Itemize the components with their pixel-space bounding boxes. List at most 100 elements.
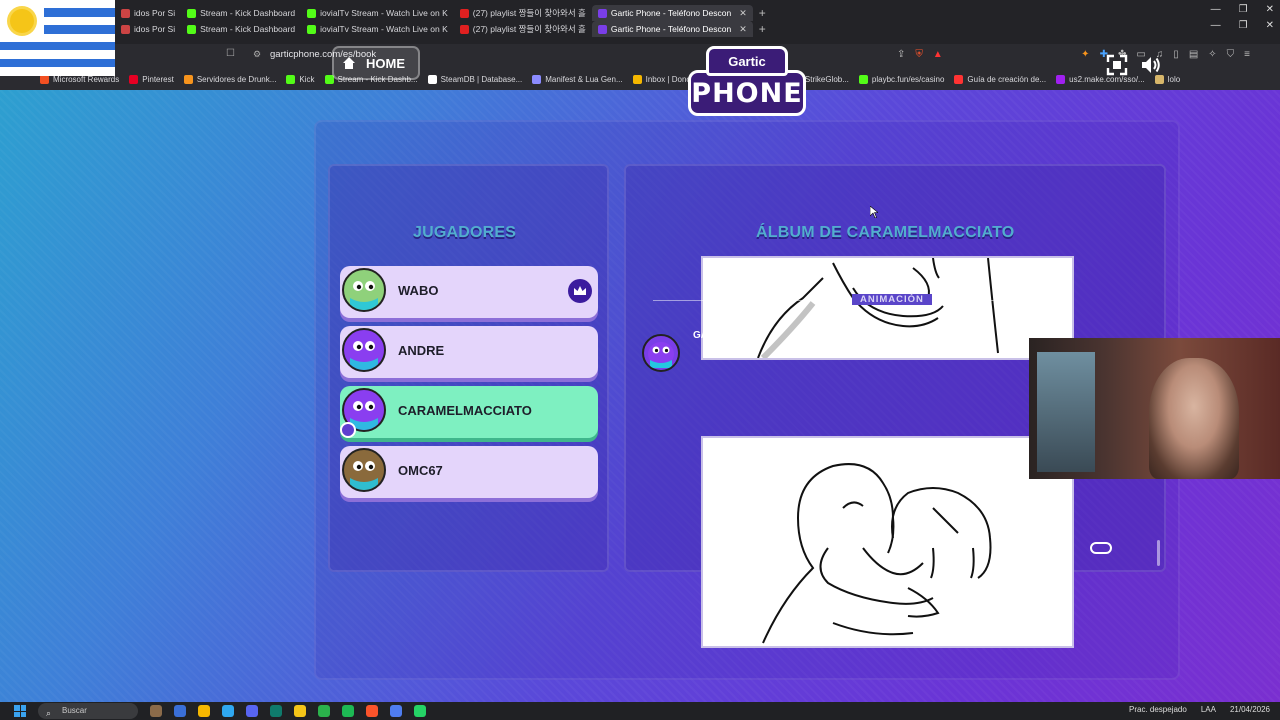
windows-taskbar: ⌕ Buscar Prac. despejado LAA 21/04/2026 bbox=[0, 702, 1280, 720]
fullscreen-icon[interactable] bbox=[1106, 54, 1128, 76]
browser-tab[interactable]: (27) playlist 짱들이 찾아와서 흘 bbox=[454, 5, 592, 21]
home-button[interactable]: HOME bbox=[332, 46, 420, 80]
taskbar-app-icon[interactable] bbox=[390, 705, 402, 717]
tab-row-2: idos Por Si Stream - Kick Dashboard iovial… bbox=[115, 21, 855, 37]
drawing-current bbox=[701, 436, 1074, 648]
sun-icon bbox=[10, 9, 34, 33]
language-indicator[interactable]: LAA bbox=[1201, 705, 1216, 714]
home-button-label: HOME bbox=[366, 55, 405, 71]
browser-tab[interactable]: (27) playlist 짱들이 찾아와서 흘 bbox=[454, 21, 592, 37]
taskbar-app-icon[interactable] bbox=[150, 705, 162, 717]
windows-start-icon[interactable] bbox=[14, 705, 26, 717]
taskbar-app-icon[interactable] bbox=[222, 705, 234, 717]
new-tab-icon[interactable]: + bbox=[753, 6, 766, 20]
bookmark-favicon-icon bbox=[286, 74, 296, 84]
taskbar-app-icon[interactable] bbox=[414, 705, 426, 717]
bookmark-label: Manifest & Lua Gen... bbox=[545, 74, 623, 84]
brave-rewards-icon[interactable]: ▲ bbox=[933, 49, 943, 60]
tab-favicon-icon bbox=[597, 8, 607, 18]
taskbar-app-icon[interactable] bbox=[342, 705, 354, 717]
drawing-previous bbox=[701, 256, 1074, 361]
leo-icon[interactable]: ✧ bbox=[1208, 49, 1216, 60]
taskbar-app-icon[interactable] bbox=[318, 705, 330, 717]
bookmark-item[interactable]: Servidores de Drunk... bbox=[183, 74, 276, 84]
player-name: ANDRE bbox=[398, 343, 445, 358]
bookmark-item[interactable]: Kick bbox=[286, 74, 315, 84]
bookmark-favicon-icon bbox=[632, 74, 642, 84]
wallet-icon[interactable]: ▤ bbox=[1189, 49, 1198, 60]
vpn-icon[interactable]: ⛉ bbox=[1227, 49, 1235, 60]
bookmark-label: Guía de creación de... bbox=[967, 74, 1047, 84]
browser-tab[interactable]: Gartic Phone - Teléfono Descon ✕ bbox=[591, 21, 753, 37]
tab-favicon-icon bbox=[307, 8, 317, 18]
browser-tab[interactable]: Stream - Kick Dashboard bbox=[181, 21, 301, 37]
taskbar-app-icon[interactable] bbox=[270, 705, 282, 717]
browser-tab[interactable]: Stream - Kick Dashboard bbox=[181, 5, 301, 21]
player-row[interactable]: WABO bbox=[340, 266, 598, 318]
bookmark-item[interactable]: Guía de creación de... bbox=[954, 74, 1047, 84]
tab-favicon-icon bbox=[187, 8, 197, 18]
address-bar: ☐ ⚙ garticphone.com/es/book ⇪ ⛨ ▲ ✦ ✚ ✤ … bbox=[0, 44, 1280, 68]
drawing-sketch-main bbox=[762, 463, 992, 644]
host-crown-icon bbox=[568, 279, 592, 303]
taskbar-app-icon[interactable] bbox=[294, 705, 306, 717]
bookmark-label: Pinterest bbox=[142, 74, 174, 84]
player-row[interactable]: ANDRE bbox=[340, 326, 598, 378]
close-icon[interactable]: ✕ bbox=[1266, 20, 1274, 31]
tab-favicon-icon bbox=[121, 24, 130, 34]
maximize-icon[interactable]: ❐ bbox=[1239, 20, 1248, 31]
animation-label: ANIMACIÓN bbox=[852, 294, 932, 305]
maximize-icon[interactable]: ❐ bbox=[1239, 4, 1248, 15]
taskbar-app-icon[interactable] bbox=[246, 705, 258, 717]
taskbar-app-icon[interactable] bbox=[174, 705, 186, 717]
clock-date[interactable]: 21/04/2026 bbox=[1230, 705, 1270, 714]
tab-label: idos Por Si bbox=[134, 8, 176, 18]
bookmark-item[interactable]: Manifest & Lua Gen... bbox=[532, 74, 623, 84]
tab-label: (27) playlist 짱들이 찾아와서 흘 bbox=[472, 8, 586, 18]
player-row[interactable]: CARAMELMACCIATO bbox=[340, 386, 598, 438]
tab-favicon-icon bbox=[307, 24, 317, 34]
webcam-person bbox=[1149, 358, 1239, 479]
tab-label: (27) playlist 짱들이 찾아와서 흘 bbox=[472, 24, 586, 34]
tab-label: Stream - Kick Dashboard bbox=[200, 24, 296, 34]
tab-label: iovialTv Stream - Watch Live on K bbox=[320, 24, 448, 34]
weather-text[interactable]: Prac. despejado bbox=[1129, 705, 1187, 714]
player-avatar bbox=[342, 448, 386, 492]
sidebar-icon[interactable]: ▯ bbox=[1173, 49, 1179, 60]
close-icon[interactable]: ✕ bbox=[1266, 4, 1274, 15]
browser-tab[interactable]: iovialTv Stream - Watch Live on K bbox=[301, 5, 454, 21]
site-info-icon[interactable]: ⚙ bbox=[253, 49, 261, 60]
taskbar-search[interactable]: ⌕ Buscar bbox=[38, 703, 138, 719]
taskbar-app-icon[interactable] bbox=[198, 705, 210, 717]
taskbar-app-icon[interactable] bbox=[366, 705, 378, 717]
bookmark-item[interactable]: SteamDB | Database... bbox=[427, 74, 522, 84]
tab-label: idos Por Si bbox=[134, 24, 176, 34]
game-top-controls bbox=[1106, 54, 1162, 76]
new-tab-icon[interactable]: + bbox=[753, 22, 766, 36]
brave-shield-icon[interactable]: ⛨ bbox=[915, 49, 923, 60]
volume-icon[interactable] bbox=[1140, 54, 1162, 76]
browser-tab[interactable]: idos Por Si bbox=[115, 21, 181, 37]
minimize-icon[interactable]: — bbox=[1211, 20, 1221, 31]
minimize-icon[interactable]: — bbox=[1211, 4, 1221, 15]
close-tab-icon[interactable]: ✕ bbox=[739, 24, 747, 35]
tab-favicon-icon bbox=[459, 24, 469, 34]
bookmark-item[interactable]: Pinterest bbox=[129, 74, 174, 84]
browser-tab[interactable]: iovialTv Stream - Watch Live on K bbox=[301, 21, 454, 37]
bookmark-item[interactable]: playbc.fun/es/casino bbox=[858, 74, 944, 84]
browser-tabstrip: idos Por Si Stream - Kick Dashboard iovial… bbox=[0, 0, 1280, 44]
menu-icon[interactable]: ≡ bbox=[1244, 49, 1250, 60]
bookmark-favicon-icon bbox=[129, 74, 139, 84]
close-tab-icon[interactable]: ✕ bbox=[739, 8, 747, 19]
share-icon[interactable]: ⇪ bbox=[897, 49, 905, 60]
browser-tab[interactable]: Gartic Phone - Teléfono Descon ✕ bbox=[591, 5, 753, 21]
album-scrollbar[interactable] bbox=[1157, 540, 1160, 566]
bookmark-icon[interactable]: ☐ bbox=[226, 48, 235, 59]
window-controls-2: — ❐ ✕ bbox=[1211, 20, 1274, 31]
loop-icon[interactable] bbox=[1089, 540, 1113, 556]
player-row[interactable]: OMC67 bbox=[340, 446, 598, 498]
browser-tab[interactable]: idos Por Si bbox=[115, 5, 181, 21]
player-name: OMC67 bbox=[398, 463, 443, 478]
bookmark-label: Kick bbox=[299, 74, 315, 84]
extension-icon[interactable]: ✦ bbox=[1081, 49, 1089, 60]
